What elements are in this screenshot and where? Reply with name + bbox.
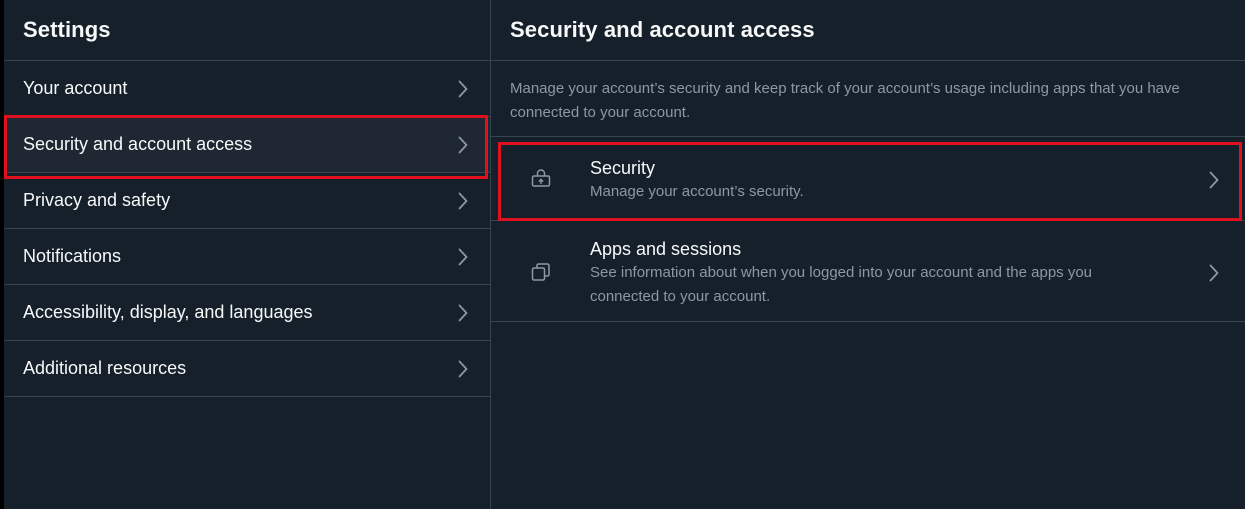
- detail-header: Security and account access: [491, 0, 1245, 61]
- chevron-right-icon: [458, 304, 468, 322]
- chevron-right-icon: [1209, 264, 1219, 282]
- section-description: Manage your account’s security and keep …: [491, 61, 1245, 137]
- apps-icon: [529, 260, 553, 284]
- settings-title: Settings: [23, 17, 111, 42]
- apps-and-sessions-option[interactable]: Apps and sessions See information about …: [491, 221, 1245, 322]
- apps-option-title: Apps and sessions: [590, 239, 742, 259]
- settings-header: Settings: [4, 0, 490, 61]
- sidebar-item-label: Notifications: [23, 246, 122, 266]
- sidebar-item-additional-resources[interactable]: Additional resources: [4, 341, 490, 397]
- sidebar-item-label: Additional resources: [23, 358, 187, 378]
- settings-app: Settings Your account Security and accou…: [4, 0, 1245, 509]
- sidebar-item-label: Security and account access: [23, 134, 253, 154]
- apps-option-text: Apps and sessions See information about …: [590, 237, 1165, 309]
- security-option-text: Security Manage your account’s security.: [590, 156, 1165, 204]
- chevron-right-icon: [458, 80, 468, 98]
- sidebar-item-label: Privacy and safety: [23, 190, 171, 210]
- sidebar-item-privacy-and-safety[interactable]: Privacy and safety: [4, 173, 490, 229]
- chevron-right-icon: [458, 360, 468, 378]
- chevron-right-icon: [458, 248, 468, 266]
- security-option[interactable]: Security Manage your account’s security.: [491, 137, 1245, 221]
- sidebar-item-security-and-account-access[interactable]: Security and account access: [4, 115, 490, 179]
- sidebar-item-your-account[interactable]: Your account: [4, 61, 490, 117]
- lock-icon: [529, 166, 553, 190]
- detail-panel: Security and account access Manage your …: [491, 0, 1245, 509]
- sidebar-item-notifications[interactable]: Notifications: [4, 229, 490, 285]
- security-option-title: Security: [590, 158, 656, 178]
- sidebar-item-label: Your account: [23, 78, 128, 98]
- apps-option-subtitle: See information about when you logged in…: [590, 264, 1093, 305]
- security-option-subtitle: Manage your account’s security.: [590, 183, 804, 200]
- chevron-right-icon: [458, 136, 468, 154]
- chevron-right-icon: [458, 192, 468, 210]
- settings-sidebar: Settings Your account Security and accou…: [4, 0, 491, 509]
- chevron-right-icon: [1209, 171, 1219, 189]
- sidebar-item-accessibility-display-languages[interactable]: Accessibility, display, and languages: [4, 285, 490, 341]
- sidebar-item-label: Accessibility, display, and languages: [23, 302, 313, 322]
- page-title: Security and account access: [510, 17, 815, 42]
